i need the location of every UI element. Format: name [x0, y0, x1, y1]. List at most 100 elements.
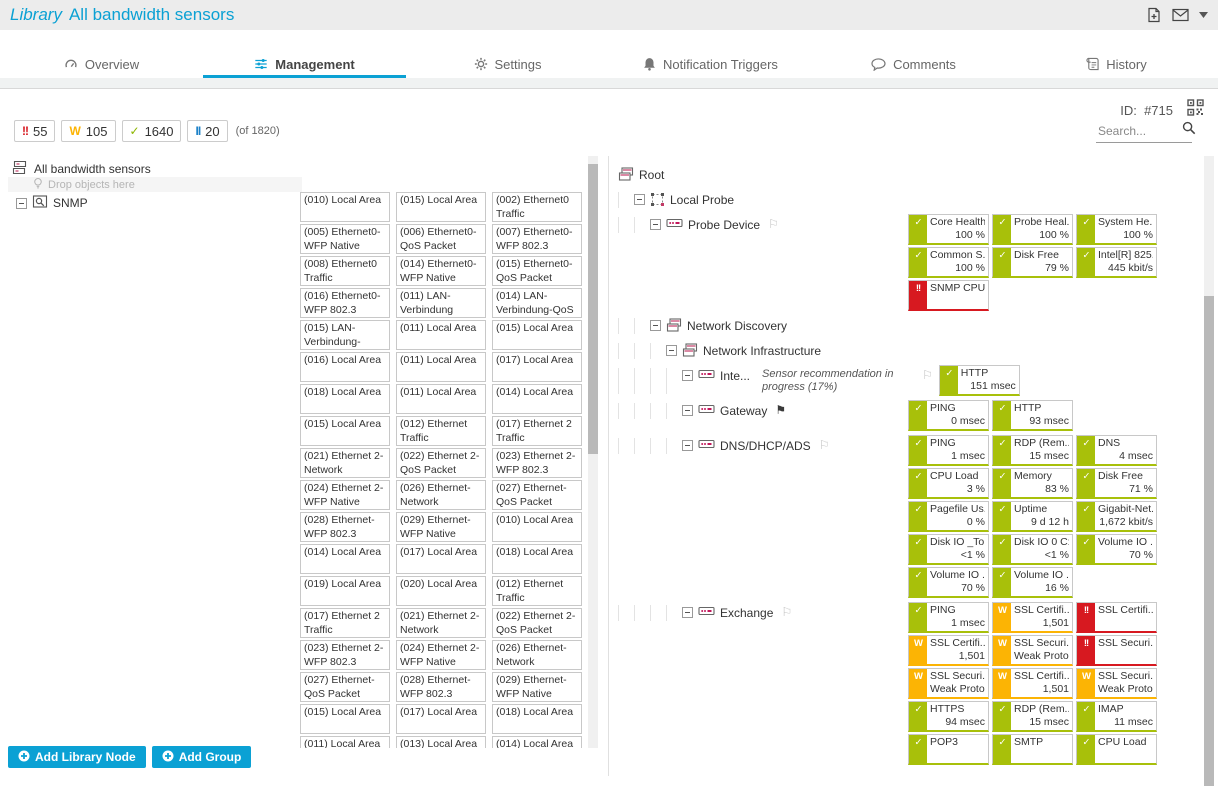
library-sensor-tile[interactable]: (027) Ethernet-QoS Packet — [300, 672, 390, 702]
sensor-tile[interactable]: ✓Disk IO 0 C:<1 % — [992, 534, 1073, 565]
library-sensor-tile[interactable]: (015) Local Area — [492, 320, 582, 350]
library-sensor-tile[interactable]: (023) Ethernet 2-WFP 802.3 — [300, 640, 390, 670]
flag-icon[interactable]: ⚐ — [922, 368, 933, 382]
sensor-tile[interactable]: ✓POP3 — [908, 734, 989, 765]
library-sensor-tile[interactable]: (011) Local Area — [396, 384, 486, 414]
library-sensor-tile[interactable]: (016) Local Area — [300, 352, 390, 382]
library-sensor-tile[interactable]: (028) Ethernet-WFP 802.3 — [300, 512, 390, 542]
collapse-toggle[interactable] — [666, 345, 677, 356]
library-sensor-tile[interactable]: (002) Ethernet0 Traffic — [492, 192, 582, 222]
sensor-tile[interactable]: ✓Common S...100 % — [908, 247, 989, 278]
library-sensor-tile[interactable]: (005) Ethernet0-WFP Native — [300, 224, 390, 254]
library-sensor-tile[interactable]: (015) Local Area — [396, 192, 486, 222]
sensor-tile[interactable]: ✓Disk Free79 % — [992, 247, 1073, 278]
library-sensor-tile[interactable]: (026) Ethernet-Network — [396, 480, 486, 510]
library-sensor-tile[interactable]: (006) Ethernet0-QoS Packet — [396, 224, 486, 254]
search-input[interactable] — [1096, 123, 1178, 139]
sensor-tile[interactable]: !!SSL Securi... — [1076, 635, 1157, 666]
sensor-tile[interactable]: ✓IMAP11 msec — [1076, 701, 1157, 732]
tab-comments[interactable]: Comments — [812, 50, 1015, 78]
sensor-tile[interactable]: ✓DNS4 msec — [1076, 435, 1157, 466]
library-sensor-tile[interactable]: (016) Ethernet0-WFP 802.3 — [300, 288, 390, 318]
library-sensor-tile[interactable]: (011) Local Area — [396, 352, 486, 382]
library-sensor-tile[interactable]: (020) Local Area — [396, 576, 486, 606]
flag-icon[interactable]: ⚐ — [768, 217, 779, 231]
library-sensor-tile[interactable]: (017) Local Area — [492, 352, 582, 382]
tree-node-label[interactable]: Network Infrastructure — [703, 343, 821, 359]
collapse-toggle[interactable] — [682, 405, 693, 416]
email-icon[interactable] — [1172, 8, 1189, 22]
sensor-tile[interactable]: ✓Disk Free71 % — [1076, 468, 1157, 499]
library-sensor-tile[interactable]: (017) Ethernet 2 Traffic — [492, 416, 582, 446]
tree-node-label[interactable]: Gateway — [720, 403, 767, 419]
tab-history[interactable]: History — [1015, 50, 1218, 78]
library-sensor-tile[interactable]: (024) Ethernet 2-WFP Native — [396, 640, 486, 670]
sensor-tile[interactable]: ✓CPU Load3 % — [908, 468, 989, 499]
status-badge-up[interactable]: ✓ 1640 — [122, 120, 182, 142]
sensor-tile[interactable]: ✓HTTP151 msec — [939, 365, 1020, 396]
library-sensor-tile[interactable]: (012) Ethernet Traffic — [396, 416, 486, 446]
tree-node-label[interactable]: Local Probe — [670, 192, 734, 208]
library-sensor-tile[interactable]: (008) Ethernet0 Traffic — [300, 256, 390, 286]
library-sensor-tile[interactable]: (028) Ethernet-WFP 802.3 — [396, 672, 486, 702]
sensor-tile[interactable]: !!SSL Certifi... — [1076, 602, 1157, 633]
library-sensor-tile[interactable]: (027) Ethernet-QoS Packet — [492, 480, 582, 510]
collapse-toggle[interactable] — [634, 194, 645, 205]
library-sensor-tile[interactable]: (011) LAN-Verbindung — [396, 288, 486, 318]
sensor-tile[interactable]: WSSL Certifi...1,501 — [992, 668, 1073, 699]
library-sensor-tile[interactable]: (014) Local Area — [492, 736, 582, 748]
library-sensor-tile[interactable]: (011) Local Area — [396, 320, 486, 350]
sensor-tile[interactable]: ✓RDP (Rem...15 msec — [992, 701, 1073, 732]
library-sensor-tile[interactable]: (015) Ethernet0-QoS Packet — [492, 256, 582, 286]
add-group-button[interactable]: Add Group — [152, 746, 252, 768]
sensor-tile[interactable]: WSSL Securi...Weak Proto... — [1076, 668, 1157, 699]
collapse-toggle[interactable] — [16, 198, 27, 209]
sensor-tile[interactable]: ✓Core Health100 % — [908, 214, 989, 245]
sensor-tile[interactable]: ✓Volume IO ...70 % — [1076, 534, 1157, 565]
sensor-tile[interactable]: ✓HTTPS94 msec — [908, 701, 989, 732]
status-badge-down[interactable]: !! 55 — [14, 120, 55, 142]
scrollbar-thumb[interactable] — [1204, 296, 1214, 786]
library-sensor-tile[interactable]: (018) Local Area — [492, 704, 582, 734]
library-sensor-tile[interactable]: (024) Ethernet 2-WFP Native — [300, 480, 390, 510]
library-sensor-tile[interactable]: (014) Ethernet0-WFP Native — [396, 256, 486, 286]
tree-node-label[interactable]: Root — [639, 167, 664, 183]
tree-node-label[interactable]: Exchange — [720, 605, 773, 621]
flag-icon[interactable]: ⚑ — [775, 403, 786, 417]
library-sensor-tile[interactable]: (015) Local Area — [300, 416, 390, 446]
library-node-snmp[interactable]: SNMP — [16, 194, 88, 212]
library-sensor-tile[interactable]: (011) Local Area — [300, 736, 390, 748]
library-sensor-tile[interactable]: (019) Local Area — [300, 576, 390, 606]
library-sensor-tile[interactable]: (018) Local Area — [300, 384, 390, 414]
tab-settings[interactable]: Settings — [406, 50, 609, 78]
sensor-tile[interactable]: WSSL Certifi...1,501 — [992, 602, 1073, 633]
library-sensor-tile[interactable]: (007) Ethernet0-WFP 802.3 — [492, 224, 582, 254]
sensor-tile[interactable]: ✓Volume IO ...16 % — [992, 567, 1073, 598]
library-sensor-tile[interactable]: (029) Ethernet-WFP Native — [396, 512, 486, 542]
library-sensor-tile[interactable]: (021) Ethernet 2-Network — [396, 608, 486, 638]
library-sensor-tile[interactable]: (013) Local Area — [396, 736, 486, 748]
sensor-tile[interactable]: WSSL Securi...Weak Proto... — [908, 668, 989, 699]
library-sensor-tile[interactable]: (017) Ethernet 2 Traffic — [300, 608, 390, 638]
sensor-tile[interactable]: WSSL Securi...Weak Proto... — [992, 635, 1073, 666]
tab-overview[interactable]: Overview — [0, 50, 203, 78]
library-sensor-tile[interactable]: (017) Local Area — [396, 704, 486, 734]
sensor-tile[interactable]: ✓HTTP93 msec — [992, 400, 1073, 431]
collapse-toggle[interactable] — [682, 440, 693, 451]
add-report-icon[interactable] — [1146, 7, 1162, 23]
device-tree-scrollbar[interactable] — [1204, 156, 1214, 776]
sensor-tile[interactable]: ✓Uptime9 d 12 h — [992, 501, 1073, 532]
flag-icon[interactable]: ⚐ — [781, 605, 792, 619]
caret-down-icon[interactable] — [1199, 12, 1208, 18]
collapse-toggle[interactable] — [682, 607, 693, 618]
qr-code-icon[interactable] — [1187, 99, 1204, 121]
sensor-tile[interactable]: ✓CPU Load — [1076, 734, 1157, 765]
library-sensor-tile[interactable]: (010) Local Area — [492, 512, 582, 542]
library-sensor-tile[interactable]: (018) Local Area — [492, 544, 582, 574]
sensor-tile[interactable]: ✓SMTP — [992, 734, 1073, 765]
library-sensor-tile[interactable]: (021) Ethernet 2-Network — [300, 448, 390, 478]
sensor-tile[interactable]: ✓Volume IO ...70 % — [908, 567, 989, 598]
tree-node-label[interactable]: DNS/DHCP/ADS — [720, 438, 811, 454]
sensor-tile[interactable]: ✓PING1 msec — [908, 602, 989, 633]
sensor-tile[interactable]: ✓Intel[R] 825...445 kbit/s — [1076, 247, 1157, 278]
